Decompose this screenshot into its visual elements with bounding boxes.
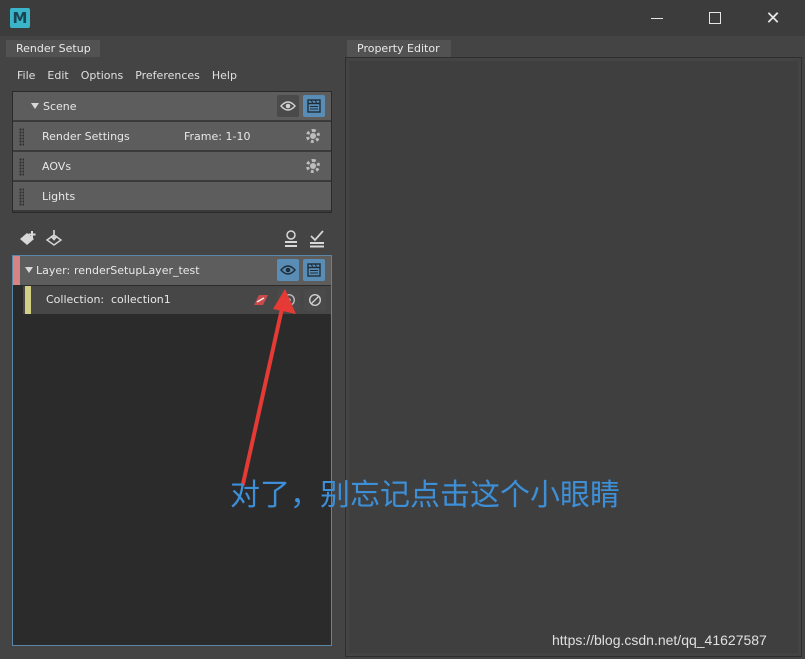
collection-prefix-label: Collection: xyxy=(46,293,105,306)
title-bar: M ✕ xyxy=(0,0,805,36)
eye-icon xyxy=(280,265,296,275)
layer-color-tag xyxy=(13,256,20,285)
layer-renderable-button[interactable] xyxy=(303,259,325,281)
close-button[interactable]: ✕ xyxy=(744,0,802,36)
layer-visibility-button[interactable] xyxy=(277,259,299,281)
gear-icon[interactable] xyxy=(306,159,320,173)
layer-list[interactable]: Layer: renderSetupLayer_test Collection:… xyxy=(12,255,332,646)
drag-handle-icon[interactable] xyxy=(19,158,24,176)
menu-edit[interactable]: Edit xyxy=(47,69,68,83)
minimize-button[interactable] xyxy=(628,0,686,36)
aovs-row[interactable]: AOVs xyxy=(13,152,331,181)
menu-file[interactable]: File xyxy=(17,69,35,83)
collection-color-tag xyxy=(25,286,31,314)
menu-options[interactable]: Options xyxy=(81,69,123,83)
lights-row[interactable]: Lights xyxy=(13,182,331,211)
disable-icon xyxy=(308,293,322,307)
render-settings-label: Render Settings xyxy=(42,130,130,143)
scene-renderable-button[interactable] xyxy=(303,95,325,117)
layer-name-label: renderSetupLayer_test xyxy=(74,264,200,277)
accept-layer-icon[interactable] xyxy=(309,230,325,248)
expand-triangle-icon[interactable] xyxy=(25,267,33,273)
drag-handle-icon[interactable] xyxy=(19,188,24,206)
override-icon[interactable] xyxy=(252,293,270,307)
drag-handle-icon[interactable] xyxy=(19,128,24,146)
property-editor-content xyxy=(349,61,798,653)
menu-help[interactable]: Help xyxy=(212,69,237,83)
eye-icon xyxy=(280,101,296,111)
collection-disable-button[interactable] xyxy=(304,289,326,311)
layer-prefix-label: Layer: xyxy=(36,264,71,277)
layer-row[interactable]: Layer: renderSetupLayer_test xyxy=(13,256,331,285)
expand-triangle-icon[interactable] xyxy=(31,103,39,109)
tab-property-editor[interactable]: Property Editor xyxy=(347,40,451,58)
menu-bar: File Edit Options Preferences Help xyxy=(17,69,249,83)
maya-logo-icon: M xyxy=(10,8,30,28)
solo-layer-icon[interactable] xyxy=(283,230,299,248)
tab-render-setup[interactable]: Render Setup xyxy=(6,40,100,58)
isolate-icon xyxy=(282,293,296,307)
property-editor-panel xyxy=(345,57,802,657)
collection-isolate-button[interactable] xyxy=(278,289,300,311)
clapper-icon xyxy=(307,263,321,277)
minimize-icon xyxy=(651,17,663,19)
scene-label: Scene xyxy=(43,100,77,113)
scene-panel: Scene Render Settings Frame: 1-10 AOVs L… xyxy=(12,91,332,213)
annotation-text: 对了，别忘记点击这个小眼睛 xyxy=(230,478,620,513)
maximize-icon xyxy=(709,12,721,24)
close-icon: ✕ xyxy=(765,7,781,29)
import-layer-icon[interactable] xyxy=(44,230,64,248)
frame-range-label: Frame: 1-10 xyxy=(184,130,251,143)
maximize-button[interactable] xyxy=(686,0,744,36)
gear-icon[interactable] xyxy=(306,129,320,143)
collection-row[interactable]: Collection: collection1 xyxy=(23,286,331,314)
scene-visibility-button[interactable] xyxy=(277,95,299,117)
lights-label: Lights xyxy=(42,190,76,203)
clapper-icon xyxy=(307,99,321,113)
watermark: https://blog.csdn.net/qq_41627587 xyxy=(552,632,767,648)
render-settings-row[interactable]: Render Settings Frame: 1-10 xyxy=(13,122,331,151)
collection-name-label: collection1 xyxy=(111,293,171,306)
menu-preferences[interactable]: Preferences xyxy=(135,69,200,83)
aovs-label: AOVs xyxy=(42,160,72,173)
create-layer-icon[interactable] xyxy=(18,230,38,248)
scene-row[interactable]: Scene xyxy=(13,92,331,121)
